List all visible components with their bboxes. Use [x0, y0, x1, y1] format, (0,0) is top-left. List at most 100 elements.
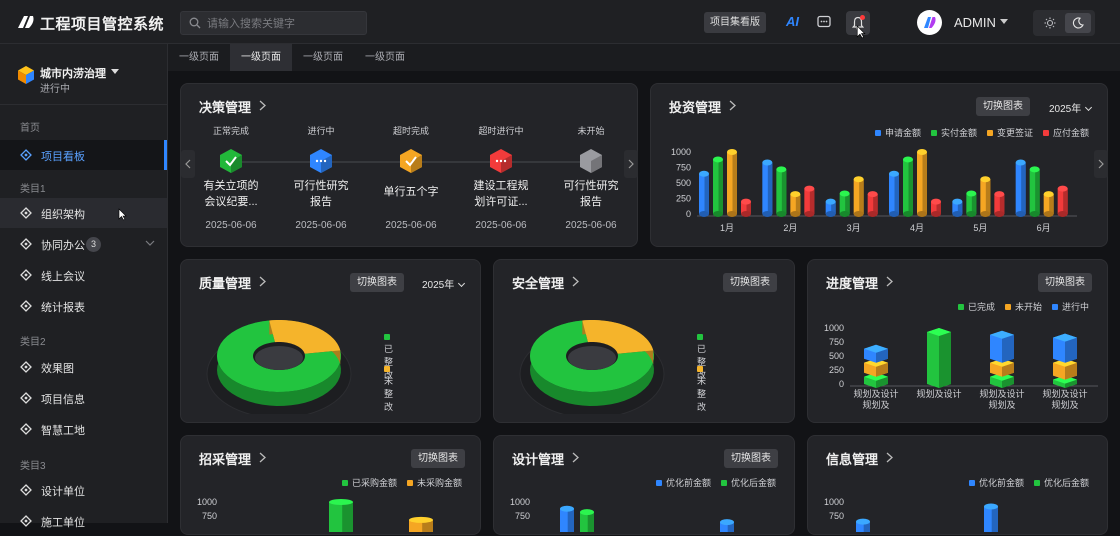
- legend-item[interactable]: 应付金额: [1042, 128, 1089, 138]
- bar-变更签证-top: [917, 149, 927, 155]
- chevron-down-icon[interactable]: [145, 240, 155, 247]
- chat-icon[interactable]: [817, 15, 831, 29]
- user-name[interactable]: ADMIN: [954, 15, 996, 30]
- sidebar-item-report[interactable]: 统计报表: [0, 291, 167, 321]
- y-tick-label: 750: [676, 163, 691, 173]
- switch-chart-button[interactable]: 切换图表: [350, 273, 404, 292]
- bar-应付金额-shade: [809, 188, 815, 214]
- step-status: 超时完成: [392, 126, 429, 136]
- quality-title[interactable]: 质量管理: [199, 273, 251, 292]
- chart-next-button[interactable]: [1094, 150, 1108, 178]
- legend-swatch: [341, 479, 348, 486]
- legend-swatch: [874, 129, 881, 136]
- progress-chart: 02505007501000规划及设计规划及规划及设计 规划及设计规划及规划及设计…: [824, 323, 1098, 410]
- bar-实付金额-shade: [781, 169, 787, 214]
- safety-title[interactable]: 安全管理: [512, 273, 564, 292]
- legend-item[interactable]: 未整改: [384, 364, 395, 413]
- bar-申请金额-shade: [894, 173, 899, 214]
- legend-item[interactable]: 已采购金额: [341, 478, 397, 488]
- sidebar-item-design-unit[interactable]: 设计单位: [0, 475, 167, 505]
- search-icon: [189, 17, 201, 29]
- search-input[interactable]: [207, 15, 357, 32]
- sidebar-item-board[interactable]: 项目看板: [0, 140, 167, 170]
- project-set-board-button[interactable]: 项目集看版: [704, 12, 766, 33]
- dark-theme-button[interactable]: [1065, 13, 1091, 33]
- chevron-right-icon[interactable]: [259, 276, 266, 287]
- year-select[interactable]: 2025年: [1049, 100, 1093, 115]
- y-tick-label: 1000: [671, 147, 691, 157]
- legend-item[interactable]: 优化前金额: [968, 478, 1024, 488]
- safety-card: 安全管理 切换图表 已整改 未整改: [493, 259, 795, 423]
- diamond-icon: [20, 423, 32, 435]
- theme-toggle[interactable]: [1033, 10, 1095, 36]
- project-caret-icon[interactable]: [111, 69, 119, 74]
- tab-page-3[interactable]: 一级页面: [292, 44, 354, 71]
- sidebar-item-build-unit[interactable]: 施工单位: [0, 506, 167, 536]
- year-select[interactable]: 2025年: [422, 276, 466, 291]
- sidebar-item-site[interactable]: 智慧工地: [0, 414, 167, 444]
- timeline-step[interactable]: 未开始 可行性研究报告 2025-06-06: [541, 124, 641, 231]
- light-theme-button[interactable]: [1037, 13, 1063, 33]
- year-select-value: 2025年: [1049, 104, 1082, 115]
- legend-item[interactable]: 进行中: [1051, 302, 1089, 312]
- switch-chart-button[interactable]: 切换图表: [724, 449, 778, 468]
- chevron-right-icon[interactable]: [259, 452, 266, 463]
- timeline-step[interactable]: 进行中 可行性研究报告 2025-06-06: [271, 124, 371, 231]
- sidebar-item-org[interactable]: 组织架构: [0, 198, 167, 228]
- switch-chart-button[interactable]: 切换图表: [411, 449, 465, 468]
- switch-chart-button[interactable]: 切换图表: [723, 273, 777, 292]
- step-date: 2025-06-06: [205, 220, 257, 231]
- legend-item[interactable]: 优化前金额: [655, 478, 711, 488]
- chevron-right-icon[interactable]: [572, 276, 579, 287]
- legend-item[interactable]: 未采购金额: [406, 478, 462, 488]
- bar-应付金额: [804, 185, 815, 217]
- tab-page-2[interactable]: 一级页面: [230, 44, 292, 71]
- tab-page-1[interactable]: 一级页面: [168, 44, 230, 71]
- legend-swatch: [957, 303, 964, 310]
- design-title[interactable]: 设计管理: [512, 449, 564, 468]
- diamond-icon: [20, 300, 32, 312]
- information-title[interactable]: 信息管理: [826, 449, 878, 468]
- legend-item[interactable]: 未开始: [1004, 302, 1042, 312]
- sidebar-item-label: 项目看板: [41, 151, 85, 163]
- chevron-right-icon[interactable]: [886, 276, 893, 287]
- timeline-step[interactable]: 正常完成 有关立项的会议纪要... 2025-06-06: [181, 124, 281, 231]
- sidebar-item-home[interactable]: 首页: [20, 119, 40, 134]
- user-menu-caret-icon[interactable]: [1000, 19, 1008, 24]
- switch-chart-button[interactable]: 切换图表: [976, 97, 1030, 116]
- chevron-right-icon[interactable]: [572, 452, 579, 463]
- legend-item[interactable]: 变更签证: [986, 128, 1033, 138]
- project-name[interactable]: 城市内涝治理: [40, 65, 106, 81]
- diamond-icon: [20, 392, 32, 404]
- bar-应付金额-shade: [873, 194, 878, 214]
- sidebar-item-collab[interactable]: 协同办公 3: [0, 229, 167, 259]
- tab-page-4[interactable]: 一级页面: [354, 44, 416, 71]
- legend-item[interactable]: 优化后金额: [720, 478, 776, 488]
- legend-item[interactable]: 已完成: [957, 302, 995, 312]
- avatar[interactable]: [917, 10, 942, 35]
- switch-chart-button[interactable]: 切换图表: [1038, 273, 1092, 292]
- chevron-right-icon[interactable]: [729, 100, 736, 111]
- legend-item[interactable]: 实付金额: [930, 128, 977, 138]
- chevron-right-icon[interactable]: [886, 452, 893, 463]
- sidebar-item-info[interactable]: 项目信息: [0, 383, 167, 413]
- bar-变更签证: [790, 191, 801, 217]
- legend-item[interactable]: 优化后金额: [1033, 478, 1089, 488]
- sidebar-item-meeting[interactable]: 线上会议: [0, 260, 167, 290]
- timeline-step[interactable]: 超时进行中 建设工程规划许可证... 2025-06-06: [451, 124, 551, 231]
- search-box[interactable]: [180, 11, 367, 35]
- timeline-step[interactable]: 超时完成 单行五个字 2025-06-06: [361, 124, 461, 231]
- bar-实付金额-top: [903, 156, 913, 163]
- legend-item[interactable]: 申请金额: [874, 128, 921, 138]
- bar-申请金额-bottom: [762, 211, 773, 217]
- investment-title[interactable]: 投资管理: [669, 97, 721, 116]
- bar-变更签证-top: [1043, 191, 1054, 198]
- sidebar-item-render[interactable]: 效果图: [0, 352, 167, 382]
- ai-icon[interactable]: AI: [786, 14, 799, 29]
- legend-item[interactable]: 未整改: [697, 364, 708, 413]
- bar-已采购金额: [329, 499, 353, 532]
- page-tabs: 一级页面 一级页面 一级页面 一级页面: [168, 44, 1120, 71]
- progress-title[interactable]: 进度管理: [826, 273, 878, 292]
- procurement-title[interactable]: 招采管理: [199, 449, 251, 468]
- bar-应付金额-top: [1057, 185, 1068, 192]
